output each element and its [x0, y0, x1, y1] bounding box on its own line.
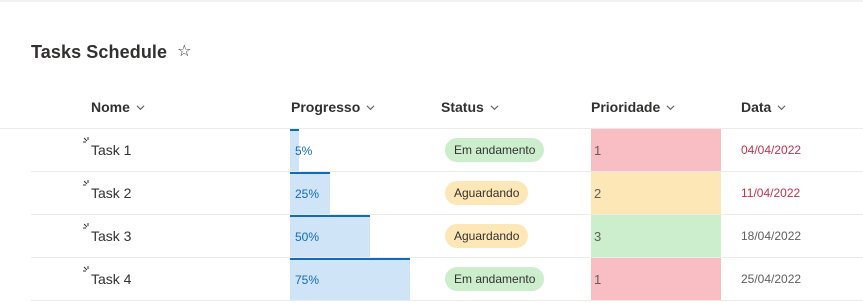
progress-cell: 5% — [290, 129, 420, 171]
table-row[interactable]: Task 4 75% Em andamento 1 25/04/2022 — [31, 258, 863, 301]
list-view: Tasks Schedule ☆ Nome Progresso Status P… — [0, 0, 863, 303]
progress-value: 50% — [295, 230, 320, 244]
column-header-row: Nome Progresso Status Prioridade Data — [0, 86, 863, 129]
status-cell: Em andamento — [445, 129, 545, 171]
chevron-down-icon — [666, 104, 675, 110]
title-row: Tasks Schedule ☆ — [31, 38, 191, 66]
page-title: Tasks Schedule — [31, 41, 168, 62]
task-name[interactable]: Task 2 — [91, 172, 131, 214]
priority-cell: 1 — [591, 258, 721, 300]
table-row[interactable]: Task 1 5% Em andamento 1 04/04/2022 — [31, 129, 863, 172]
chevron-down-icon — [136, 104, 145, 110]
column-header-progresso[interactable]: Progresso — [291, 86, 375, 128]
date-cell: 11/04/2022 — [741, 186, 801, 200]
column-header-nome[interactable]: Nome — [91, 86, 145, 128]
task-name[interactable]: Task 4 — [91, 258, 131, 300]
progress-value: 25% — [295, 187, 320, 201]
star-outline-icon[interactable]: ☆ — [177, 44, 191, 60]
column-header-data[interactable]: Data — [741, 86, 786, 128]
date-cell: 25/04/2022 — [741, 272, 802, 286]
priority-cell: 2 — [591, 172, 721, 214]
column-header-label: Status — [441, 99, 484, 115]
progress-cell: 25% — [290, 172, 420, 214]
column-header-label: Prioridade — [591, 99, 661, 115]
status-cell: Em andamento — [445, 258, 545, 300]
date-cell: 18/04/2022 — [741, 229, 802, 243]
progress-value: 5% — [295, 144, 313, 158]
table-row[interactable]: Task 3 50% Aguardando 3 18/04/2022 — [31, 215, 863, 258]
status-badge: Em andamento — [445, 267, 545, 291]
progress-cell: 50% — [290, 215, 420, 257]
task-name[interactable]: Task 3 — [91, 215, 131, 257]
top-divider — [0, 0, 863, 2]
status-badge: Aguardando — [445, 181, 529, 205]
table-row[interactable]: Task 2 25% Aguardando 2 11/04/2022 — [31, 172, 863, 215]
status-badge: Em andamento — [445, 138, 545, 162]
task-name[interactable]: Task 1 — [91, 129, 131, 171]
priority-cell: 1 — [591, 129, 721, 171]
status-badge: Aguardando — [445, 224, 529, 248]
chevron-down-icon — [490, 104, 499, 110]
progress-cell: 75% — [290, 258, 420, 300]
date-cell: 04/04/2022 — [741, 143, 802, 157]
column-header-prioridade[interactable]: Prioridade — [591, 86, 675, 128]
column-header-label: Data — [741, 99, 772, 115]
chevron-down-icon — [777, 104, 786, 110]
status-cell: Aguardando — [445, 172, 529, 214]
column-header-status[interactable]: Status — [441, 86, 499, 128]
priority-cell: 3 — [591, 215, 721, 257]
column-header-label: Nome — [91, 99, 130, 115]
progress-value: 75% — [295, 273, 320, 287]
column-header-label: Progresso — [291, 99, 361, 115]
chevron-down-icon — [366, 104, 375, 110]
status-cell: Aguardando — [445, 215, 529, 257]
